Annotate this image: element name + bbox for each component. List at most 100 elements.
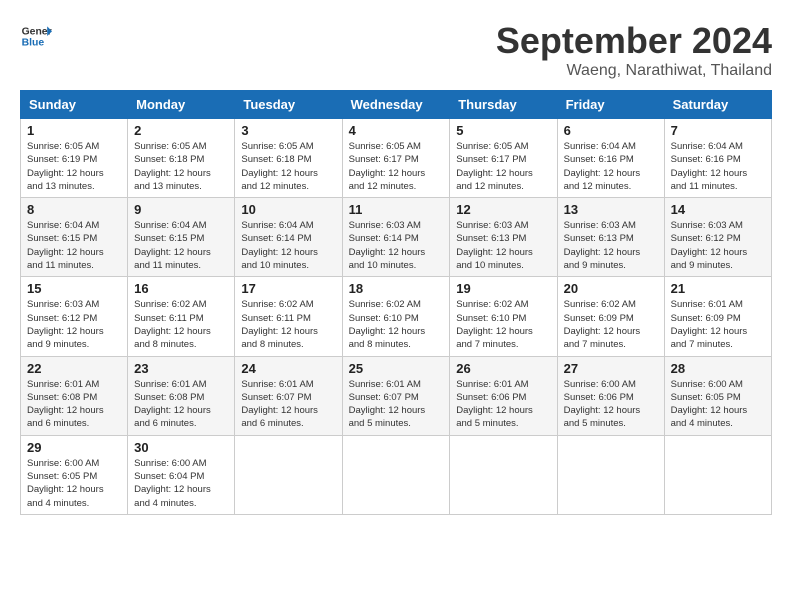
- day-number: 29: [27, 440, 121, 455]
- day-cell-14: 14 Sunrise: 6:03 AM Sunset: 6:12 PM Dayl…: [664, 198, 771, 277]
- col-saturday: Saturday: [664, 91, 771, 119]
- day-info: Sunrise: 6:01 AM Sunset: 6:07 PM Dayligh…: [349, 378, 444, 431]
- day-info: Sunrise: 6:05 AM Sunset: 6:19 PM Dayligh…: [27, 140, 121, 193]
- day-number: 21: [671, 281, 765, 296]
- day-number: 8: [27, 202, 121, 217]
- col-sunday: Sunday: [21, 91, 128, 119]
- col-friday: Friday: [557, 91, 664, 119]
- day-cell-16: 16 Sunrise: 6:02 AM Sunset: 6:11 PM Dayl…: [128, 277, 235, 356]
- day-cell-30: 30 Sunrise: 6:00 AM Sunset: 6:04 PM Dayl…: [128, 435, 235, 514]
- day-info: Sunrise: 6:05 AM Sunset: 6:18 PM Dayligh…: [134, 140, 228, 193]
- day-info: Sunrise: 6:03 AM Sunset: 6:14 PM Dayligh…: [349, 219, 444, 272]
- day-number: 11: [349, 202, 444, 217]
- day-number: 1: [27, 123, 121, 138]
- day-cell-1: 1 Sunrise: 6:05 AM Sunset: 6:19 PM Dayli…: [21, 119, 128, 198]
- title-area: September 2024 Waeng, Narathiwat, Thaila…: [496, 20, 772, 80]
- day-number: 7: [671, 123, 765, 138]
- day-number: 10: [241, 202, 335, 217]
- day-cell-28: 28 Sunrise: 6:00 AM Sunset: 6:05 PM Dayl…: [664, 356, 771, 435]
- day-number: 15: [27, 281, 121, 296]
- day-cell-6: 6 Sunrise: 6:04 AM Sunset: 6:16 PM Dayli…: [557, 119, 664, 198]
- day-info: Sunrise: 6:00 AM Sunset: 6:05 PM Dayligh…: [671, 378, 765, 431]
- svg-text:Blue: Blue: [22, 38, 45, 49]
- day-info: Sunrise: 6:02 AM Sunset: 6:11 PM Dayligh…: [134, 298, 228, 351]
- day-number: 3: [241, 123, 335, 138]
- day-number: 25: [349, 361, 444, 376]
- day-cell-29: 29 Sunrise: 6:00 AM Sunset: 6:05 PM Dayl…: [21, 435, 128, 514]
- empty-cell: [664, 435, 771, 514]
- day-info: Sunrise: 6:02 AM Sunset: 6:10 PM Dayligh…: [349, 298, 444, 351]
- day-info: Sunrise: 6:01 AM Sunset: 6:08 PM Dayligh…: [134, 378, 228, 431]
- day-info: Sunrise: 6:00 AM Sunset: 6:06 PM Dayligh…: [564, 378, 658, 431]
- day-cell-4: 4 Sunrise: 6:05 AM Sunset: 6:17 PM Dayli…: [342, 119, 450, 198]
- day-info: Sunrise: 6:04 AM Sunset: 6:15 PM Dayligh…: [27, 219, 121, 272]
- month-title: September 2024: [496, 20, 772, 62]
- day-cell-2: 2 Sunrise: 6:05 AM Sunset: 6:18 PM Dayli…: [128, 119, 235, 198]
- day-info: Sunrise: 6:05 AM Sunset: 6:17 PM Dayligh…: [456, 140, 550, 193]
- day-cell-5: 5 Sunrise: 6:05 AM Sunset: 6:17 PM Dayli…: [450, 119, 557, 198]
- day-cell-21: 21 Sunrise: 6:01 AM Sunset: 6:09 PM Dayl…: [664, 277, 771, 356]
- day-number: 20: [564, 281, 658, 296]
- empty-cell: [557, 435, 664, 514]
- day-number: 17: [241, 281, 335, 296]
- day-number: 16: [134, 281, 228, 296]
- day-number: 24: [241, 361, 335, 376]
- day-number: 28: [671, 361, 765, 376]
- day-info: Sunrise: 6:02 AM Sunset: 6:11 PM Dayligh…: [241, 298, 335, 351]
- day-number: 19: [456, 281, 550, 296]
- col-monday: Monday: [128, 91, 235, 119]
- day-number: 6: [564, 123, 658, 138]
- day-number: 4: [349, 123, 444, 138]
- day-number: 22: [27, 361, 121, 376]
- empty-cell: [235, 435, 342, 514]
- day-cell-24: 24 Sunrise: 6:01 AM Sunset: 6:07 PM Dayl…: [235, 356, 342, 435]
- col-tuesday: Tuesday: [235, 91, 342, 119]
- day-number: 5: [456, 123, 550, 138]
- day-info: Sunrise: 6:04 AM Sunset: 6:16 PM Dayligh…: [671, 140, 765, 193]
- day-info: Sunrise: 6:03 AM Sunset: 6:13 PM Dayligh…: [564, 219, 658, 272]
- day-number: 13: [564, 202, 658, 217]
- day-info: Sunrise: 6:04 AM Sunset: 6:15 PM Dayligh…: [134, 219, 228, 272]
- day-cell-18: 18 Sunrise: 6:02 AM Sunset: 6:10 PM Dayl…: [342, 277, 450, 356]
- calendar: Sunday Monday Tuesday Wednesday Thursday…: [20, 90, 772, 515]
- day-number: 18: [349, 281, 444, 296]
- day-number: 2: [134, 123, 228, 138]
- day-cell-25: 25 Sunrise: 6:01 AM Sunset: 6:07 PM Dayl…: [342, 356, 450, 435]
- day-cell-10: 10 Sunrise: 6:04 AM Sunset: 6:14 PM Dayl…: [235, 198, 342, 277]
- day-cell-22: 22 Sunrise: 6:01 AM Sunset: 6:08 PM Dayl…: [21, 356, 128, 435]
- day-cell-19: 19 Sunrise: 6:02 AM Sunset: 6:10 PM Dayl…: [450, 277, 557, 356]
- day-cell-23: 23 Sunrise: 6:01 AM Sunset: 6:08 PM Dayl…: [128, 356, 235, 435]
- day-info: Sunrise: 6:00 AM Sunset: 6:04 PM Dayligh…: [134, 457, 228, 510]
- day-cell-3: 3 Sunrise: 6:05 AM Sunset: 6:18 PM Dayli…: [235, 119, 342, 198]
- location-title: Waeng, Narathiwat, Thailand: [496, 62, 772, 80]
- day-info: Sunrise: 6:02 AM Sunset: 6:09 PM Dayligh…: [564, 298, 658, 351]
- day-cell-8: 8 Sunrise: 6:04 AM Sunset: 6:15 PM Dayli…: [21, 198, 128, 277]
- day-info: Sunrise: 6:02 AM Sunset: 6:10 PM Dayligh…: [456, 298, 550, 351]
- day-info: Sunrise: 6:03 AM Sunset: 6:12 PM Dayligh…: [27, 298, 121, 351]
- day-number: 23: [134, 361, 228, 376]
- empty-cell: [450, 435, 557, 514]
- day-cell-17: 17 Sunrise: 6:02 AM Sunset: 6:11 PM Dayl…: [235, 277, 342, 356]
- day-info: Sunrise: 6:04 AM Sunset: 6:14 PM Dayligh…: [241, 219, 335, 272]
- day-number: 27: [564, 361, 658, 376]
- logo: General Blue: [20, 20, 52, 52]
- day-cell-12: 12 Sunrise: 6:03 AM Sunset: 6:13 PM Dayl…: [450, 198, 557, 277]
- day-info: Sunrise: 6:01 AM Sunset: 6:09 PM Dayligh…: [671, 298, 765, 351]
- col-thursday: Thursday: [450, 91, 557, 119]
- day-cell-20: 20 Sunrise: 6:02 AM Sunset: 6:09 PM Dayl…: [557, 277, 664, 356]
- col-wednesday: Wednesday: [342, 91, 450, 119]
- day-cell-13: 13 Sunrise: 6:03 AM Sunset: 6:13 PM Dayl…: [557, 198, 664, 277]
- day-number: 30: [134, 440, 228, 455]
- day-number: 26: [456, 361, 550, 376]
- day-cell-7: 7 Sunrise: 6:04 AM Sunset: 6:16 PM Dayli…: [664, 119, 771, 198]
- day-info: Sunrise: 6:01 AM Sunset: 6:06 PM Dayligh…: [456, 378, 550, 431]
- day-info: Sunrise: 6:03 AM Sunset: 6:13 PM Dayligh…: [456, 219, 550, 272]
- day-info: Sunrise: 6:05 AM Sunset: 6:17 PM Dayligh…: [349, 140, 444, 193]
- day-number: 9: [134, 202, 228, 217]
- day-cell-27: 27 Sunrise: 6:00 AM Sunset: 6:06 PM Dayl…: [557, 356, 664, 435]
- day-cell-11: 11 Sunrise: 6:03 AM Sunset: 6:14 PM Dayl…: [342, 198, 450, 277]
- day-info: Sunrise: 6:01 AM Sunset: 6:07 PM Dayligh…: [241, 378, 335, 431]
- day-info: Sunrise: 6:04 AM Sunset: 6:16 PM Dayligh…: [564, 140, 658, 193]
- day-number: 14: [671, 202, 765, 217]
- day-info: Sunrise: 6:05 AM Sunset: 6:18 PM Dayligh…: [241, 140, 335, 193]
